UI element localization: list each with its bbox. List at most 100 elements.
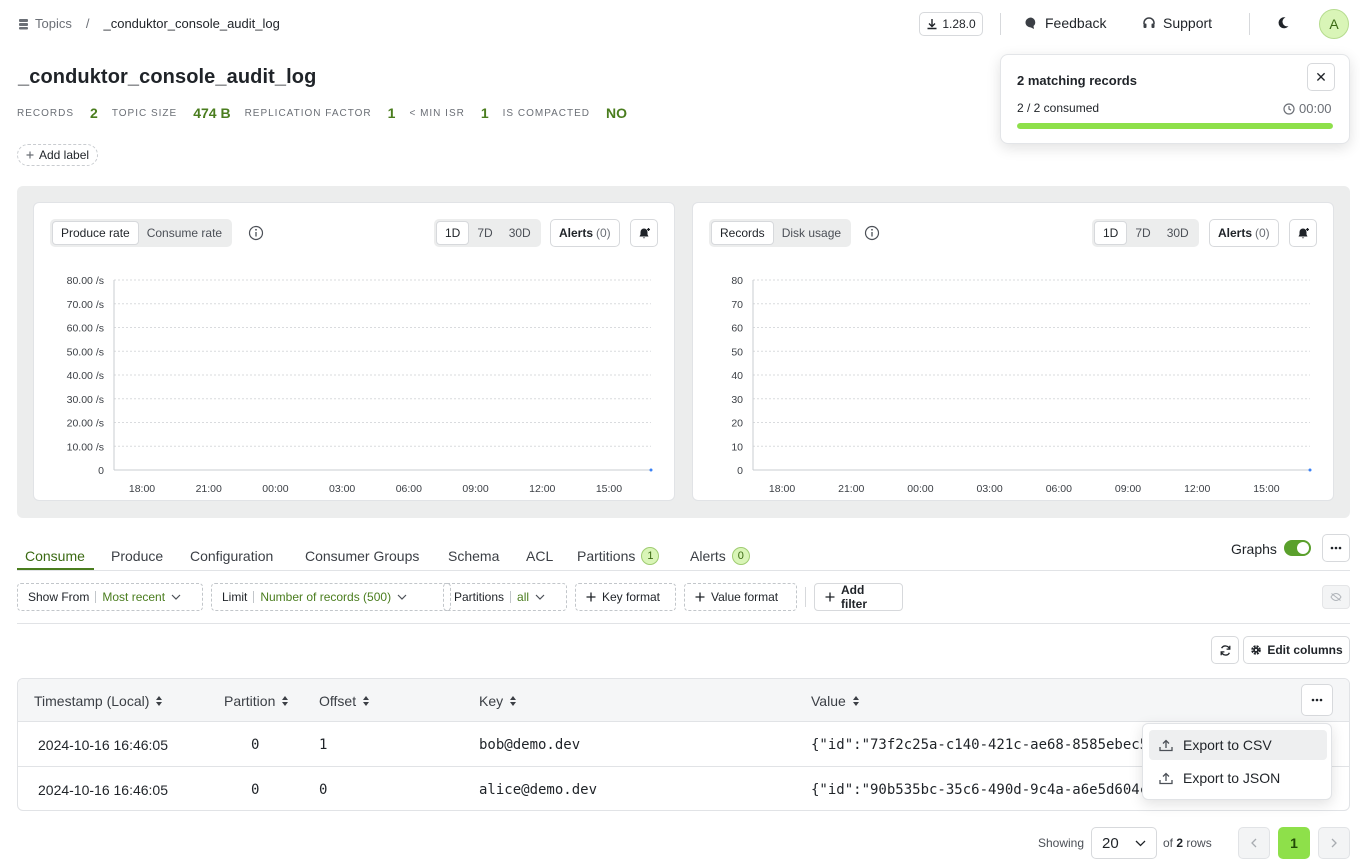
support-button[interactable]: Support xyxy=(1142,15,1212,31)
key-format-filter[interactable]: Key format xyxy=(575,583,676,611)
x-tick-label: 06:00 xyxy=(1046,483,1072,495)
edit-columns-button[interactable]: Edit columns xyxy=(1243,636,1350,664)
tab-configuration[interactable]: Configuration xyxy=(190,544,273,568)
breadcrumb-topics-link[interactable]: Topics xyxy=(35,16,72,31)
toast-title: 2 matching records xyxy=(1017,73,1137,88)
range-7d[interactable]: 7D xyxy=(469,221,500,245)
export-csv-item[interactable]: Export to CSV xyxy=(1149,730,1327,760)
x-tick-label: 03:00 xyxy=(976,483,1002,495)
alerts-button[interactable]: Alerts (0) xyxy=(550,219,620,247)
filter-value: Most recent xyxy=(102,590,166,604)
y-tick-label: 80.00 /s xyxy=(67,275,104,287)
of-label: of xyxy=(1163,836,1174,850)
range-30d[interactable]: 30D xyxy=(501,221,539,245)
tab-schema[interactable]: Schema xyxy=(448,544,499,568)
tab-produce-rate[interactable]: Produce rate xyxy=(52,221,139,245)
alerts-button[interactable]: Alerts (0) xyxy=(1209,219,1279,247)
column-header-timestamp[interactable]: Timestamp (Local) xyxy=(34,693,163,709)
column-header-key[interactable]: Key xyxy=(479,693,517,709)
value-format-filter[interactable]: Value format xyxy=(684,583,797,611)
theme-toggle-button[interactable] xyxy=(1276,16,1290,33)
partitions-filter[interactable]: Partitions all xyxy=(443,583,567,611)
filter-label: Value format xyxy=(711,590,779,604)
more-horizontal-icon xyxy=(1311,698,1323,702)
stat-value: 1 xyxy=(480,105,489,121)
data-point xyxy=(1308,468,1312,472)
edit-columns-label: Edit columns xyxy=(1267,643,1343,657)
y-tick-label: 50 xyxy=(731,346,743,358)
tab-consumer-groups[interactable]: Consumer Groups xyxy=(305,544,419,568)
chat-bubble-icon xyxy=(1024,16,1038,30)
stat-label: < MIN ISR xyxy=(409,107,465,119)
version-button[interactable]: 1.28.0 xyxy=(919,12,983,36)
cell-timestamp: 2024-10-16 16:46:05 xyxy=(38,737,168,753)
add-label-button[interactable]: Add label xyxy=(17,144,99,166)
cell-key: alice@demo.dev xyxy=(479,782,598,798)
alerts-count-badge: 0 xyxy=(731,547,750,565)
range-1d[interactable]: 1D xyxy=(1094,221,1128,245)
info-icon[interactable] xyxy=(864,225,880,241)
breadcrumb: Topics / _conduktor_console_audit_log xyxy=(18,16,280,31)
tab-produce[interactable]: Produce xyxy=(111,544,163,568)
page-1-button[interactable]: 1 xyxy=(1278,827,1310,859)
column-header-label: Partition xyxy=(224,693,276,709)
x-tick-label: 09:00 xyxy=(462,483,488,495)
export-json-item[interactable]: Export to JSON xyxy=(1149,763,1327,793)
filter-value: all xyxy=(517,590,530,604)
upload-icon xyxy=(1159,739,1173,752)
tab-records[interactable]: Records xyxy=(711,221,774,245)
show-from-filter[interactable]: Show From Most recent xyxy=(17,583,203,611)
previous-page-button[interactable] xyxy=(1238,827,1270,859)
feedback-button[interactable]: Feedback xyxy=(1024,15,1106,31)
y-tick-label: 20.00 /s xyxy=(67,418,104,430)
more-options-button[interactable] xyxy=(1322,534,1350,562)
tab-consume[interactable]: Consume xyxy=(25,544,85,568)
info-icon[interactable] xyxy=(248,225,264,241)
add-alert-button[interactable] xyxy=(630,219,658,247)
next-page-button[interactable] xyxy=(1318,827,1350,859)
filter-value: Number of records (500) xyxy=(260,590,392,604)
range-30d[interactable]: 30D xyxy=(1159,221,1197,245)
avatar[interactable]: A xyxy=(1319,9,1349,39)
tab-acl[interactable]: ACL xyxy=(526,544,553,568)
tab-partitions[interactable]: Partitions 1 xyxy=(577,544,660,568)
breadcrumb-current: _conduktor_console_audit_log xyxy=(103,16,280,31)
column-header-partition[interactable]: Partition xyxy=(224,693,289,709)
filter-label: Limit xyxy=(222,590,248,604)
y-tick-label: 60 xyxy=(731,323,743,335)
x-tick-label: 21:00 xyxy=(196,483,222,495)
tab-disk-usage[interactable]: Disk usage xyxy=(774,221,849,245)
y-tick-label: 70 xyxy=(731,299,743,311)
add-filter-button[interactable]: Add filter xyxy=(814,583,903,611)
add-alert-button[interactable] xyxy=(1289,219,1317,247)
cell-key: bob@demo.dev xyxy=(479,737,581,753)
limit-filter[interactable]: Limit Number of records (500) xyxy=(211,583,451,611)
refresh-button[interactable] xyxy=(1211,636,1239,664)
topic-stats: RECORDS 2 TOPIC SIZE 474 B REPLICATION F… xyxy=(17,105,641,121)
breadcrumb-separator: / xyxy=(85,16,90,31)
cell-offset: 1 xyxy=(319,737,328,753)
stat-label: REPLICATION FACTOR xyxy=(244,107,372,119)
export-json-label: Export to JSON xyxy=(1183,770,1281,786)
alerts-count: (0) xyxy=(1255,226,1270,240)
hide-filters-button[interactable] xyxy=(1322,585,1350,609)
range-7d[interactable]: 7D xyxy=(1127,221,1158,245)
table-actions-button[interactable] xyxy=(1301,684,1333,716)
column-header-value[interactable]: Value xyxy=(811,693,860,709)
tab-consume-rate[interactable]: Consume rate xyxy=(139,221,230,245)
y-tick-label: 40.00 /s xyxy=(67,370,104,382)
y-tick-label: 30 xyxy=(731,394,743,406)
gear-icon xyxy=(1250,644,1262,656)
tab-alerts[interactable]: Alerts 0 xyxy=(690,544,750,568)
y-tick-label: 0 xyxy=(737,465,743,477)
download-icon xyxy=(926,18,938,30)
range-1d[interactable]: 1D xyxy=(436,221,470,245)
pagination-showing-label: Showing xyxy=(1038,836,1085,850)
version-label: 1.28.0 xyxy=(942,17,976,31)
plus-icon xyxy=(695,592,705,602)
stat-value: NO xyxy=(606,105,628,121)
toast-close-button[interactable]: ✕ xyxy=(1307,63,1335,91)
upload-icon xyxy=(1159,772,1173,785)
page-size-select[interactable]: 20 xyxy=(1091,827,1157,859)
column-header-offset[interactable]: Offset xyxy=(319,693,370,709)
